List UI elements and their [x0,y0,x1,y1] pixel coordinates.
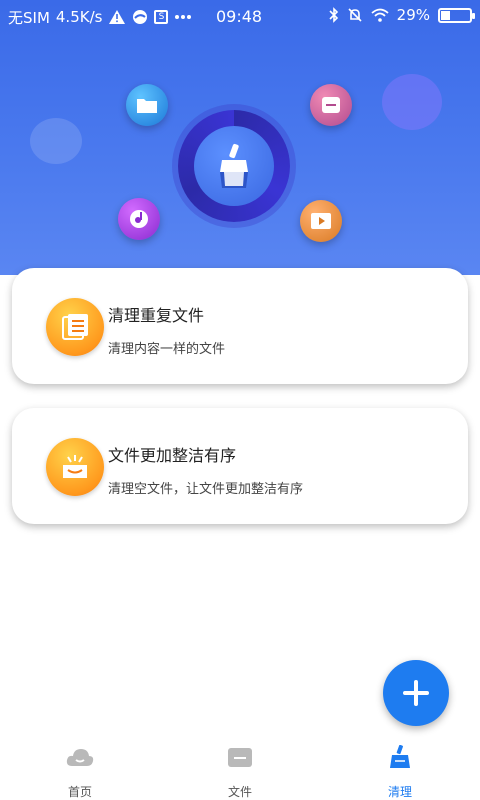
mute-bell-icon [347,7,363,23]
bottom-nav: 首页 文件 清理 [0,735,480,800]
hero-banner: 无SIM 4.5K/s S 09:48 29% [0,0,480,275]
app-notification-icon [132,9,148,25]
cloud-icon [65,743,95,771]
s-badge-icon: S [154,10,169,24]
plus-icon [403,680,429,706]
clean-duplicate-files-card[interactable]: 清理重复文件 清理内容一样的文件 [12,268,468,384]
folder-icon [225,743,255,771]
nav-item-files[interactable]: 文件 [160,735,320,800]
video-icon [300,200,342,242]
nav-item-clean[interactable]: 清理 [320,735,480,800]
music-icon [118,198,160,240]
nav-label: 清理 [387,785,412,799]
broom-icon [194,126,274,206]
card-subtitle: 清理内容一样的文件 [108,342,226,357]
bluetooth-icon [329,7,339,23]
card-title: 文件更加整洁有序 [108,446,237,465]
decorative-bubble [30,118,82,164]
more-icon [174,14,192,20]
battery-icon [438,7,475,23]
network-speed: 4.5K/s [55,8,103,26]
folder-icon [126,84,168,126]
status-bar: 无SIM 4.5K/s S 09:48 29% [0,0,480,34]
nav-item-home[interactable]: 首页 [0,735,160,800]
broom-icon [385,743,415,771]
nav-label: 文件 [227,785,252,799]
tidy-files-card[interactable]: 文件更加整洁有序 清理空文件，让文件更加整洁有序 [12,408,468,524]
card-title: 清理重复文件 [108,306,205,325]
card-subtitle: 清理空文件，让文件更加整洁有序 [108,482,304,497]
battery-percent: 29% [396,6,430,24]
decorative-bubble [382,74,442,130]
tray-icon [46,438,104,496]
wifi-icon [371,8,389,22]
nav-label: 首页 [67,785,92,799]
carrier-text: 无SIM [8,8,50,27]
document-icon [310,84,352,126]
clock: 09:48 [216,7,263,26]
add-button[interactable] [383,660,449,726]
document-stack-icon [46,298,104,356]
warning-icon [108,9,126,25]
